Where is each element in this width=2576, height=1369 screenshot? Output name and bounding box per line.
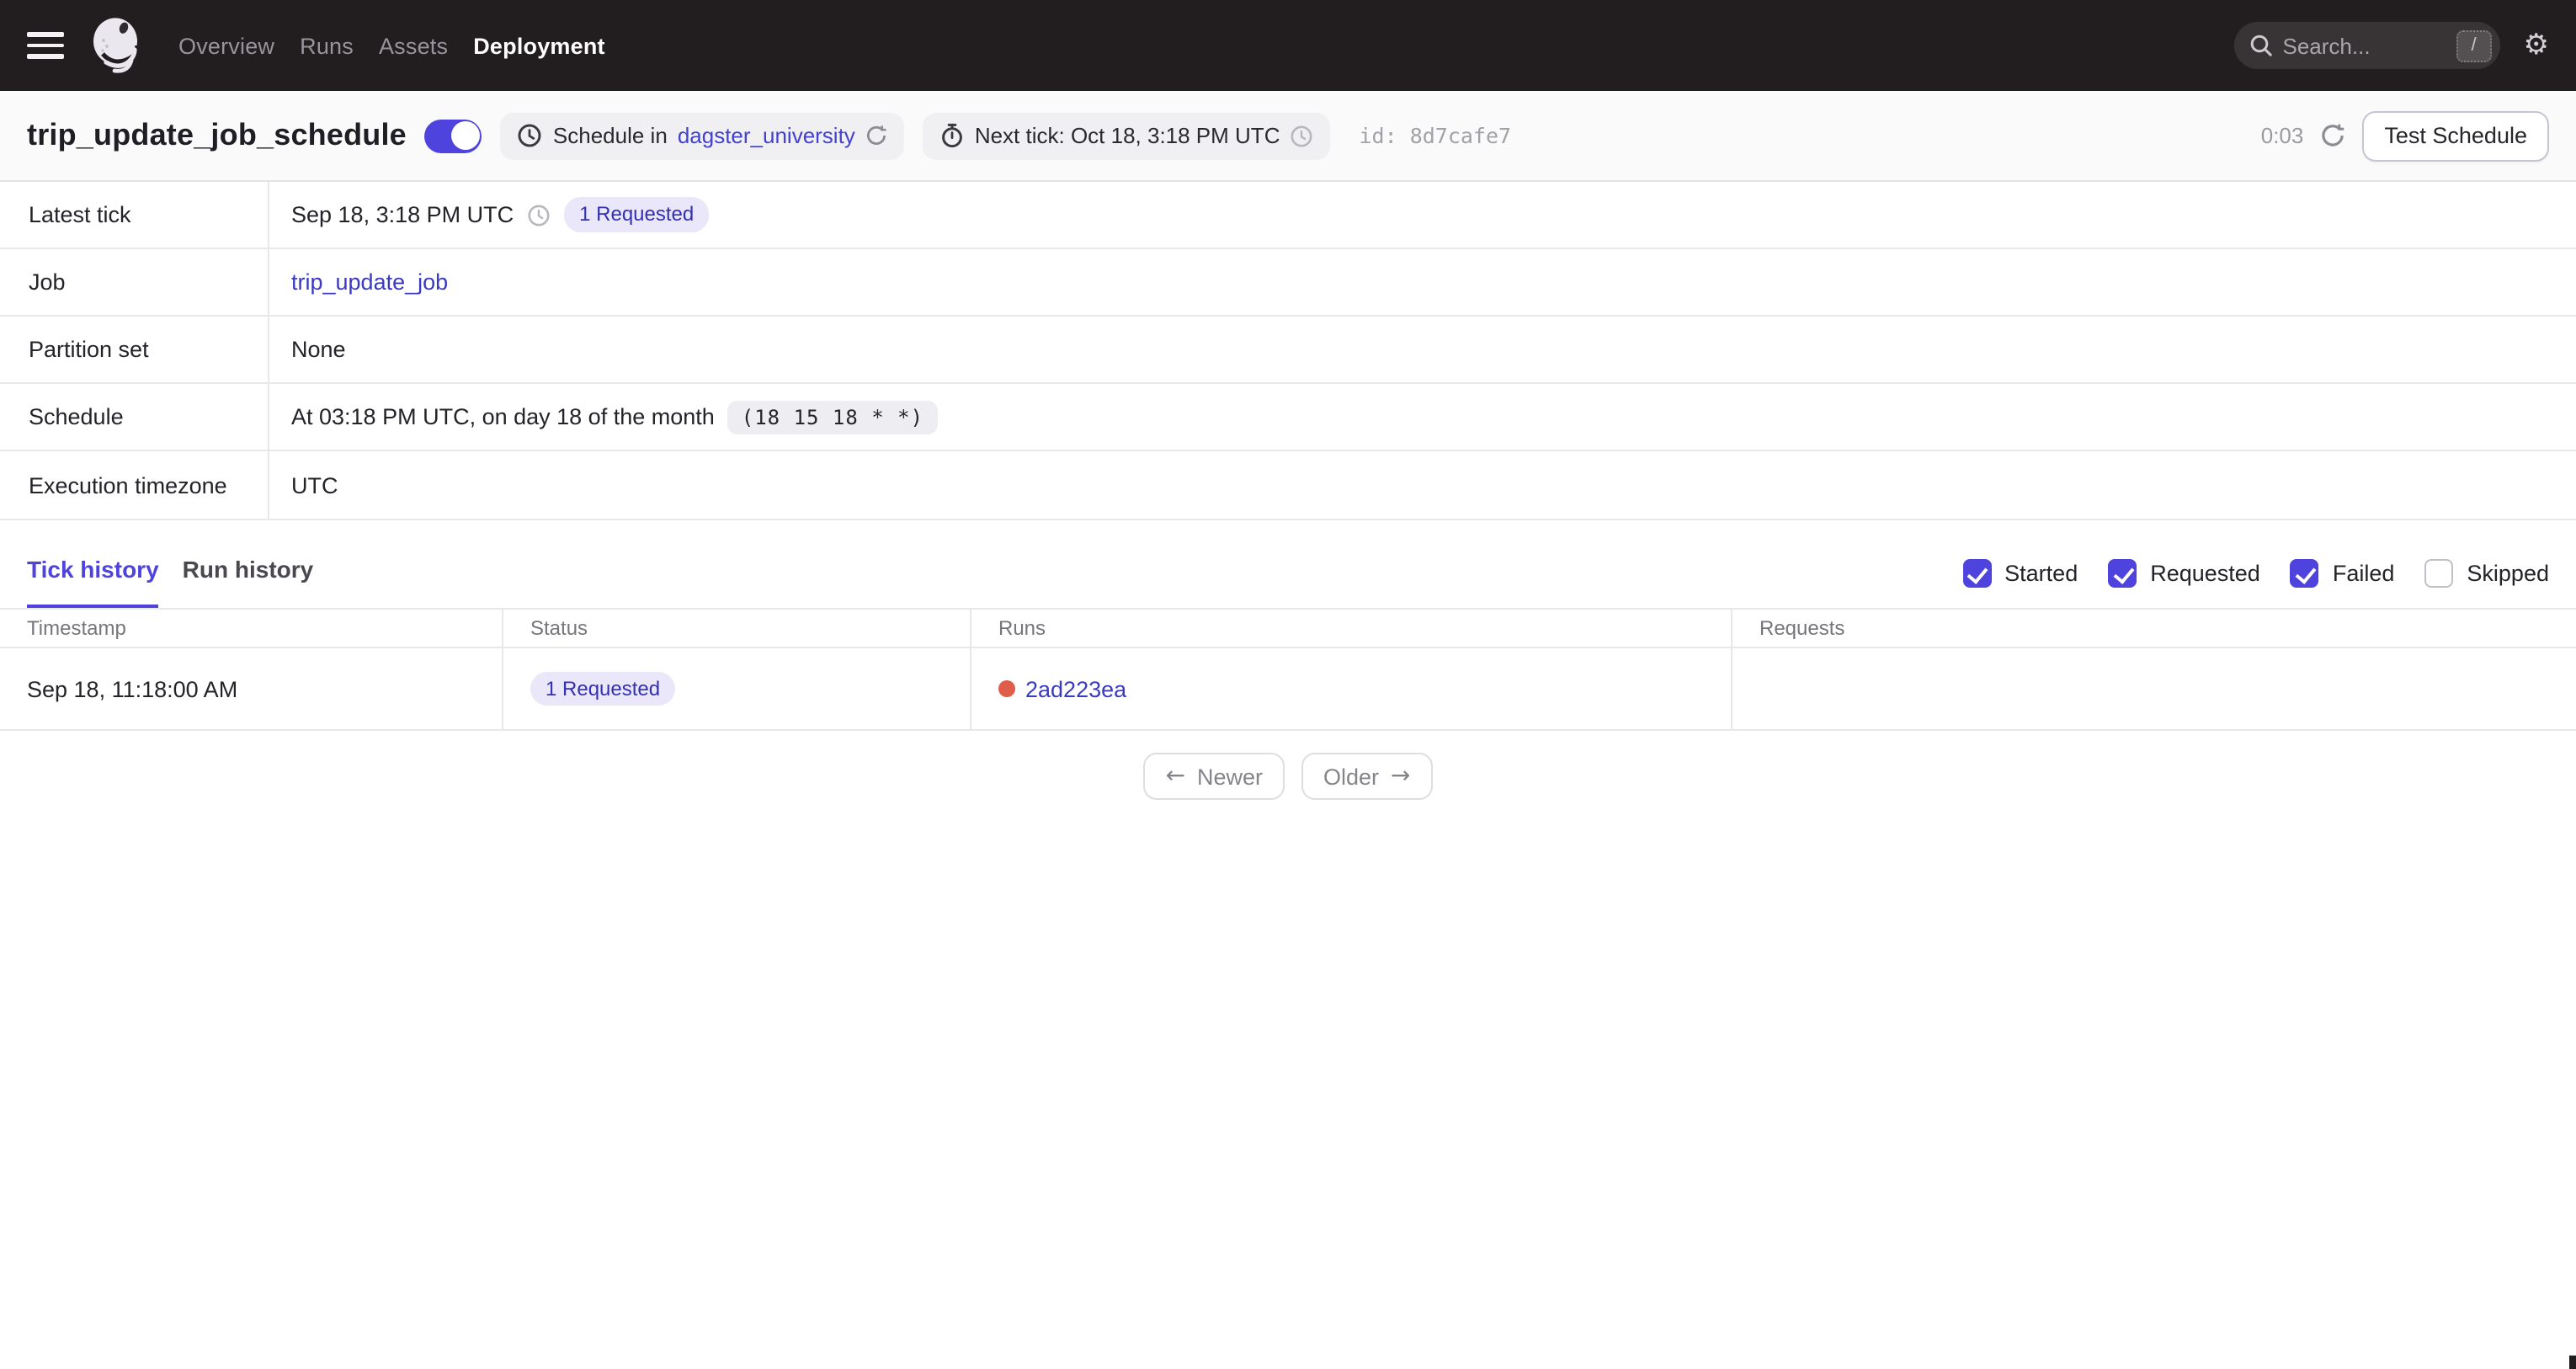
top-nav: Overview Runs Assets Deployment / ⚙ bbox=[0, 0, 2576, 91]
cron-expression: (18 15 18 * *) bbox=[727, 400, 938, 434]
schedule-id: id: 8d7cafe7 bbox=[1359, 123, 1512, 148]
latest-tick-time: Sep 18, 3:18 PM UTC bbox=[291, 202, 514, 227]
filter-skipped[interactable]: Skipped bbox=[2424, 559, 2549, 588]
history-tabs-row: Tick history Run history Started Request… bbox=[0, 520, 2576, 608]
test-schedule-button[interactable]: Test Schedule bbox=[2362, 110, 2549, 161]
scrollbar-corner-artifact bbox=[2569, 1356, 2576, 1369]
gear-icon[interactable]: ⚙ bbox=[2524, 30, 2550, 60]
tick-requests-cell bbox=[1732, 648, 2576, 729]
timezone-value: UTC bbox=[291, 472, 338, 498]
run-link[interactable]: 2ad223ea bbox=[1025, 676, 1126, 701]
detail-row-job: Job trip_update_job bbox=[0, 249, 2576, 317]
checkbox-failed[interactable] bbox=[2290, 559, 2319, 588]
tab-run-history[interactable]: Run history bbox=[183, 556, 314, 608]
reload-location-icon[interactable] bbox=[865, 125, 887, 146]
tick-status-badge[interactable]: 1 Requested bbox=[530, 671, 676, 706]
dagster-logo-icon[interactable] bbox=[86, 15, 146, 76]
status-filters: Started Requested Failed Skipped bbox=[1962, 559, 2549, 608]
stopwatch-icon bbox=[939, 123, 965, 148]
search-box[interactable]: / bbox=[2233, 22, 2500, 69]
page-title: trip_update_job_schedule bbox=[27, 118, 407, 152]
schedule-header: trip_update_job_schedule Schedule in dag… bbox=[0, 91, 2576, 182]
newer-label: Newer bbox=[1196, 764, 1263, 789]
run-status-dot-icon bbox=[998, 680, 1015, 697]
search-input[interactable] bbox=[2282, 33, 2446, 58]
clock-icon[interactable] bbox=[527, 203, 551, 226]
status-badge[interactable]: 1 Requested bbox=[564, 197, 710, 232]
tick-history-table: Timestamp Status Runs Requests Sep 18, 1… bbox=[0, 608, 2576, 731]
filter-requested[interactable]: Requested bbox=[2108, 559, 2260, 588]
filter-started[interactable]: Started bbox=[1962, 559, 2078, 588]
schedule-description: At 03:18 PM UTC, on day 18 of the month bbox=[291, 404, 715, 429]
detail-label: Job bbox=[0, 249, 269, 315]
filter-label: Requested bbox=[2150, 561, 2260, 586]
partition-set-value: None bbox=[291, 337, 346, 362]
tick-timestamp[interactable]: Sep 18, 11:18:00 AM bbox=[0, 648, 503, 729]
clock-icon bbox=[518, 123, 543, 148]
filter-label: Failed bbox=[2332, 561, 2395, 586]
detail-row-schedule: Schedule At 03:18 PM UTC, on day 18 of t… bbox=[0, 384, 2576, 451]
detail-label: Partition set bbox=[0, 317, 269, 382]
nav-item-deployment[interactable]: Deployment bbox=[473, 33, 605, 58]
checkbox-started[interactable] bbox=[1962, 559, 1992, 588]
schedule-location-pill: Schedule in dagster_university bbox=[500, 112, 904, 159]
dagster-app: Overview Runs Assets Deployment / ⚙ trip… bbox=[0, 0, 2576, 1369]
search-icon bbox=[2249, 34, 2273, 57]
refresh-countdown: 0:03 bbox=[2260, 123, 2304, 148]
older-button[interactable]: Older → bbox=[1301, 753, 1433, 800]
schedule-toggle[interactable] bbox=[424, 119, 482, 152]
detail-label: Execution timezone bbox=[0, 451, 269, 519]
next-tick-pill: Next tick: Oct 18, 3:18 PM UTC bbox=[922, 112, 1331, 159]
schedule-details-table: Latest tick Sep 18, 3:18 PM UTC 1 Reques… bbox=[0, 182, 2576, 520]
checkbox-requested[interactable] bbox=[2108, 559, 2137, 588]
primary-nav: Overview Runs Assets Deployment bbox=[178, 33, 605, 58]
older-label: Older bbox=[1323, 764, 1380, 789]
column-header-status: Status bbox=[503, 610, 971, 647]
detail-row-latest-tick: Latest tick Sep 18, 3:18 PM UTC 1 Reques… bbox=[0, 182, 2576, 249]
detail-label: Schedule bbox=[0, 384, 269, 450]
arrow-right-icon: → bbox=[1391, 763, 1411, 790]
nav-item-overview[interactable]: Overview bbox=[178, 33, 274, 58]
tab-tick-history[interactable]: Tick history bbox=[27, 556, 159, 608]
schedule-prefix: Schedule in bbox=[552, 123, 668, 148]
column-header-requests: Requests bbox=[1759, 616, 1845, 640]
refresh-icon[interactable] bbox=[2320, 123, 2345, 148]
job-link[interactable]: trip_update_job bbox=[291, 269, 448, 295]
detail-row-partition-set: Partition set None bbox=[0, 317, 2576, 384]
detail-label: Latest tick bbox=[0, 182, 269, 248]
code-location-link[interactable]: dagster_university bbox=[678, 123, 855, 148]
filter-label: Started bbox=[2004, 561, 2078, 586]
timezone-clock-icon[interactable] bbox=[1290, 124, 1313, 147]
newer-button[interactable]: ← Newer bbox=[1143, 753, 1285, 800]
pagination: ← Newer Older → bbox=[0, 753, 2576, 800]
column-header-timestamp: Timestamp bbox=[0, 610, 503, 647]
checkbox-skipped[interactable] bbox=[2424, 559, 2454, 588]
filter-label: Skipped bbox=[2467, 561, 2549, 586]
filter-failed[interactable]: Failed bbox=[2290, 559, 2395, 588]
arrow-left-icon: ← bbox=[1165, 763, 1185, 790]
hamburger-menu-icon[interactable] bbox=[27, 32, 64, 59]
next-tick-text: Next tick: Oct 18, 3:18 PM UTC bbox=[974, 123, 1280, 148]
column-header-runs: Runs bbox=[971, 610, 1732, 647]
table-header-row: Timestamp Status Runs Requests bbox=[0, 610, 2576, 648]
detail-row-timezone: Execution timezone UTC bbox=[0, 451, 2576, 519]
nav-item-assets[interactable]: Assets bbox=[379, 33, 448, 58]
nav-item-runs[interactable]: Runs bbox=[300, 33, 354, 58]
search-shortcut-key: / bbox=[2456, 29, 2492, 61]
table-row: Sep 18, 11:18:00 AM 1 Requested 2ad223ea bbox=[0, 648, 2576, 731]
